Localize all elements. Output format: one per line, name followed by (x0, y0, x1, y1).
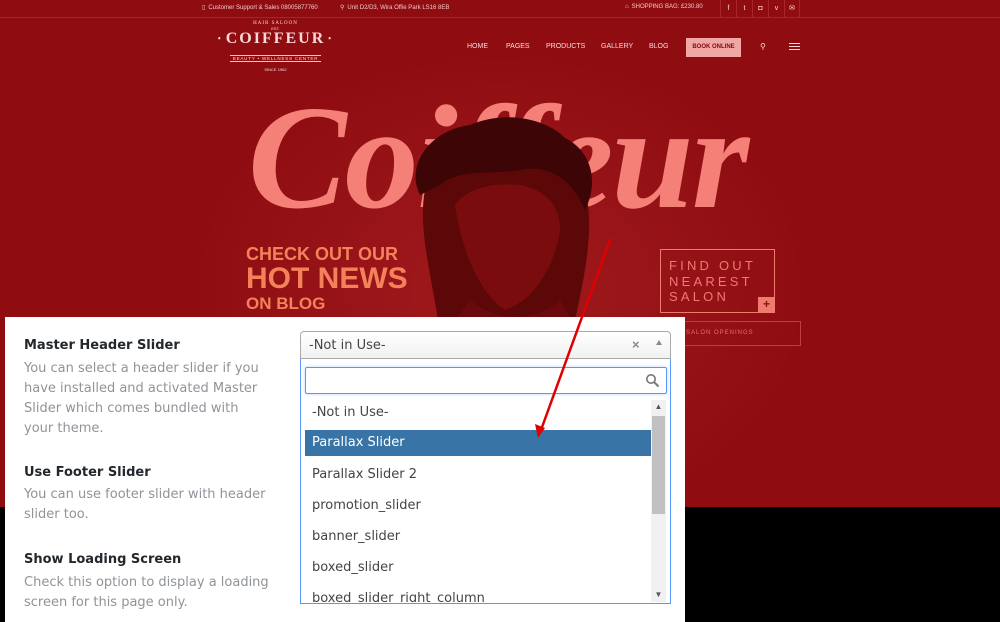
screenshot: ▯ Customer Support & Sales 08005877760 ⚲ U… (0, 0, 1000, 622)
annotation-arrow (535, 238, 612, 438)
